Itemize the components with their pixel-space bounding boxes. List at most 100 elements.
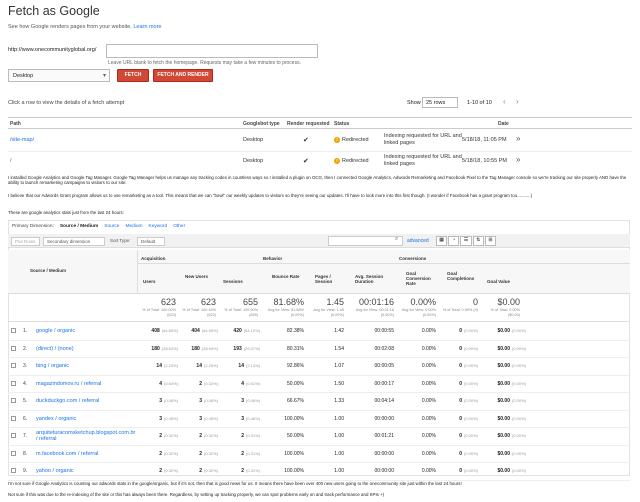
row-goal-completions: 0 (0.00%) <box>459 398 478 404</box>
advanced-link[interactable]: advanced <box>407 238 429 244</box>
previous-page-icon[interactable]: ‹ <box>503 97 506 106</box>
col-googlebot-type: Googlebot type <box>243 121 280 127</box>
row-pages-session: 1.07 <box>334 363 344 369</box>
row-source-medium[interactable]: google / organic <box>36 328 134 334</box>
row-pages-session: 1.00 <box>334 450 344 457</box>
header-cell <box>8 250 138 294</box>
dimension-other[interactable]: Other <box>173 224 185 229</box>
col-avg-session-duration[interactable]: Avg. Session Duration <box>355 274 391 284</box>
divider <box>8 392 630 393</box>
total-goal-completions: 0 <box>472 297 478 307</box>
row-goal-conversion: 0.00% <box>421 415 436 422</box>
col-bounce-rate[interactable]: Bounce Rate <box>272 274 300 279</box>
row-checkbox[interactable] <box>11 468 16 473</box>
row-goal-completions: 0 (0.00%) <box>459 345 478 352</box>
details-chevron-icon[interactable]: » <box>516 155 520 164</box>
device-select[interactable]: Desktop ▾ <box>8 69 110 82</box>
row-checkbox[interactable] <box>11 380 16 386</box>
search-icon[interactable]: ⌕ <box>395 236 398 243</box>
dimension-active: Source / Medium <box>59 224 99 229</box>
row-new-users: 2 (0.32%) <box>199 450 218 457</box>
next-page-icon[interactable]: › <box>516 97 519 106</box>
col-users[interactable]: Users <box>143 279 156 284</box>
paragraph: I'm not sure if Google Analytics is coun… <box>8 481 462 486</box>
col-goal-conversion-rate[interactable]: Goal Conversion Rate <box>406 271 436 286</box>
row-number: 7. <box>23 433 28 439</box>
total-sessions: 655 <box>242 297 258 307</box>
col-goal-value[interactable]: Goal Value <box>487 279 510 284</box>
pie-view-icon[interactable]: ◔ <box>448 236 460 246</box>
row-new-users: 14 (2.25%) <box>196 363 218 369</box>
row-goal-completions: 0 (0.00%) <box>459 328 478 334</box>
divider <box>8 339 630 341</box>
row-bounce-rate: 100.00% <box>284 415 304 422</box>
paragraph: Not sure if this was due to the re-index… <box>8 492 385 497</box>
row-sessions: 420 (64.12%) <box>233 328 260 334</box>
row-avg-duration: 00:02:08 <box>374 345 394 352</box>
learn-more-link[interactable]: Learn more <box>133 24 161 30</box>
divider <box>8 151 632 152</box>
row-goal-value: $0.00 (0.00%) <box>497 398 526 404</box>
row-checkbox[interactable] <box>11 363 16 368</box>
row-users: 3 (0.48%) <box>159 398 178 404</box>
table-view-icon[interactable]: ▦ <box>436 236 448 246</box>
pivot-view-icon[interactable]: ⊞ <box>484 236 497 246</box>
row-checkbox[interactable] <box>11 433 16 438</box>
col-pages-session[interactable]: Pages / Session <box>315 274 339 284</box>
table-search-input[interactable] <box>328 236 403 246</box>
row-checkbox[interactable] <box>11 398 16 403</box>
row-source-medium[interactable]: m.facebook.com / referral <box>36 451 134 457</box>
divider <box>8 128 632 129</box>
row-source-medium[interactable]: magazindomov.ru / referral <box>36 381 134 387</box>
row-checkbox[interactable] <box>11 345 16 351</box>
click-hint: Click a row to view the details of a fet… <box>8 100 125 106</box>
col-render-requested: Render requested <box>287 121 330 127</box>
row-goal-completions: 0 (0.00%) <box>459 450 478 457</box>
col-sessions[interactable]: Sessions <box>223 279 243 284</box>
dimension-medium[interactable]: Medium <box>125 224 142 229</box>
row-source-medium[interactable]: yandex / organic <box>36 416 134 422</box>
row-avg-duration: 00:00:00 <box>374 468 394 474</box>
row-goal-completions: 0 (0.00%) <box>459 363 478 369</box>
row-users: 180 (28.62%) <box>151 345 178 352</box>
fetch-row-note: Indexing requested for URL and linked pa… <box>384 154 462 167</box>
row-pages-session: 1.00 <box>334 468 344 474</box>
row-sessions: 4 (0.61%) <box>241 380 260 387</box>
url-input[interactable] <box>106 44 318 58</box>
row-sessions: 3 (0.46%) <box>241 415 260 422</box>
row-number: 5. <box>23 398 28 404</box>
row-source-medium[interactable]: (direct) / (none) <box>36 346 134 352</box>
secondary-dimension-select[interactable]: Secondary dimension <box>43 237 105 246</box>
row-pages-session: 1.00 <box>334 415 344 422</box>
page-title: Fetch as Google <box>8 4 100 18</box>
row-bounce-rate: 92.86% <box>287 363 304 369</box>
rows-per-page-select[interactable]: 25 rows <box>422 97 458 108</box>
col-new-users[interactable]: New Users <box>185 274 211 279</box>
row-sessions: 2 (0.31%) <box>241 468 260 474</box>
total-new-users-sub: % of Total: 100.16% (622) <box>182 308 216 317</box>
row-source-medium[interactable]: yahoo / organic <box>36 468 134 474</box>
row-source-medium[interactable]: arquiteturacomsketchup.blogspot.com.br /… <box>36 430 135 442</box>
row-source-medium[interactable]: duckduckgo.com / referral <box>36 398 134 404</box>
row-avg-duration: 00:01:21 <box>374 433 394 439</box>
plot-rows-button[interactable]: Plot Rows <box>11 237 40 246</box>
row-source-medium[interactable]: bing / organic <box>36 363 134 369</box>
performance-view-icon[interactable]: ☰ <box>460 236 472 246</box>
fetch-and-render-button[interactable]: FETCH AND RENDER <box>153 69 213 82</box>
col-path: Path <box>10 121 21 127</box>
total-new-users: 623 <box>200 297 216 307</box>
details-chevron-icon[interactable]: » <box>516 134 520 143</box>
dimension-source[interactable]: Source <box>104 224 119 229</box>
fetch-row-path[interactable]: / <box>10 158 12 164</box>
total-goal-value-sub: % of Total: 0.00% ($0.00) <box>490 308 520 317</box>
fetch-row-path[interactable]: /site-map/ <box>10 137 34 143</box>
row-checkbox[interactable] <box>11 450 16 456</box>
sort-type-select[interactable]: Default <box>137 237 165 246</box>
dimension-keyword[interactable]: Keyword <box>149 224 168 229</box>
comparison-view-icon[interactable]: ⇅ <box>472 236 484 246</box>
col-goal-completions[interactable]: Goal Completions <box>447 271 477 281</box>
row-checkbox[interactable] <box>11 328 16 333</box>
fetch-button[interactable]: FETCH <box>117 69 149 82</box>
page-subtitle: See how Google renders pages from your w… <box>8 24 162 30</box>
row-checkbox[interactable] <box>11 415 16 421</box>
